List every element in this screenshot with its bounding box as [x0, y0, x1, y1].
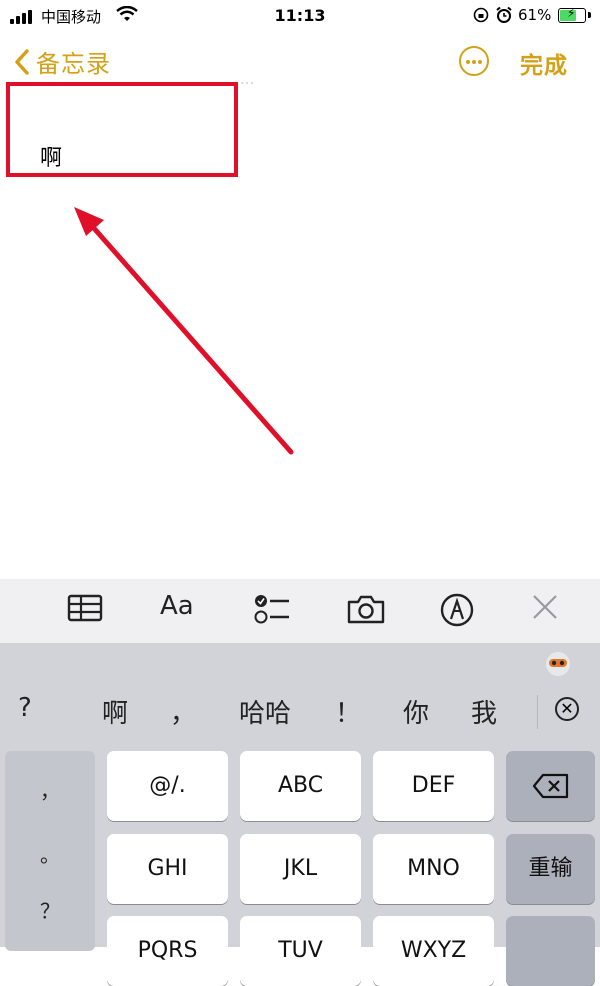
key-wxyz[interactable]: WXYZ — [373, 916, 494, 986]
delete-button[interactable] — [506, 751, 595, 821]
key-tuv[interactable]: TUV — [240, 916, 361, 986]
retype-button[interactable]: 重输 — [506, 834, 595, 904]
key-def[interactable]: DEF — [373, 751, 494, 821]
key-symbols[interactable]: @/. — [107, 751, 228, 821]
candidate-item[interactable]: 你 — [403, 693, 429, 730]
close-icon[interactable] — [531, 593, 559, 621]
candidate-bar: ? 啊 ， 哈哈 ！ 你 我 ✕ — [0, 643, 600, 747]
punctuation-item[interactable]: ？ — [5, 895, 95, 924]
candidate-item[interactable]: 哈哈 — [239, 693, 291, 730]
keyboard: ? 啊 ， 哈哈 ！ 你 我 ✕ ， 。 ？ @/. ABC DEF GHI J… — [0, 643, 600, 986]
key-abc[interactable]: ABC — [240, 751, 361, 821]
key-ghi[interactable]: GHI — [107, 834, 228, 904]
candidate-divider — [537, 695, 538, 729]
candidate-item[interactable]: 啊 — [102, 693, 128, 730]
punctuation-item[interactable]: 。 — [5, 839, 95, 868]
punctuation-column[interactable]: ， 。 ？ — [5, 751, 95, 951]
punctuation-item[interactable]: ， — [5, 775, 95, 804]
candidate-item[interactable]: ? — [18, 693, 32, 723]
table-icon[interactable] — [67, 593, 103, 623]
text-format-icon[interactable]: Aa — [160, 591, 194, 621]
keyboard-mascot-icon[interactable] — [544, 649, 572, 677]
key-partial[interactable] — [506, 916, 595, 986]
key-mno[interactable]: MNO — [373, 834, 494, 904]
key-jkl[interactable]: JKL — [240, 834, 361, 904]
format-toolbar: Aa — [0, 579, 600, 643]
camera-icon[interactable] — [346, 593, 386, 625]
checklist-icon[interactable] — [253, 593, 291, 625]
markup-icon[interactable] — [440, 593, 474, 627]
key-pqrs[interactable]: PQRS — [107, 916, 228, 986]
candidate-item[interactable]: ， — [170, 693, 196, 730]
close-candidates-icon[interactable]: ✕ — [555, 697, 579, 721]
annotation-arrow — [74, 207, 294, 455]
candidate-item[interactable]: 我 — [471, 693, 497, 730]
backspace-icon — [532, 773, 568, 799]
candidate-item[interactable]: ！ — [335, 693, 361, 730]
